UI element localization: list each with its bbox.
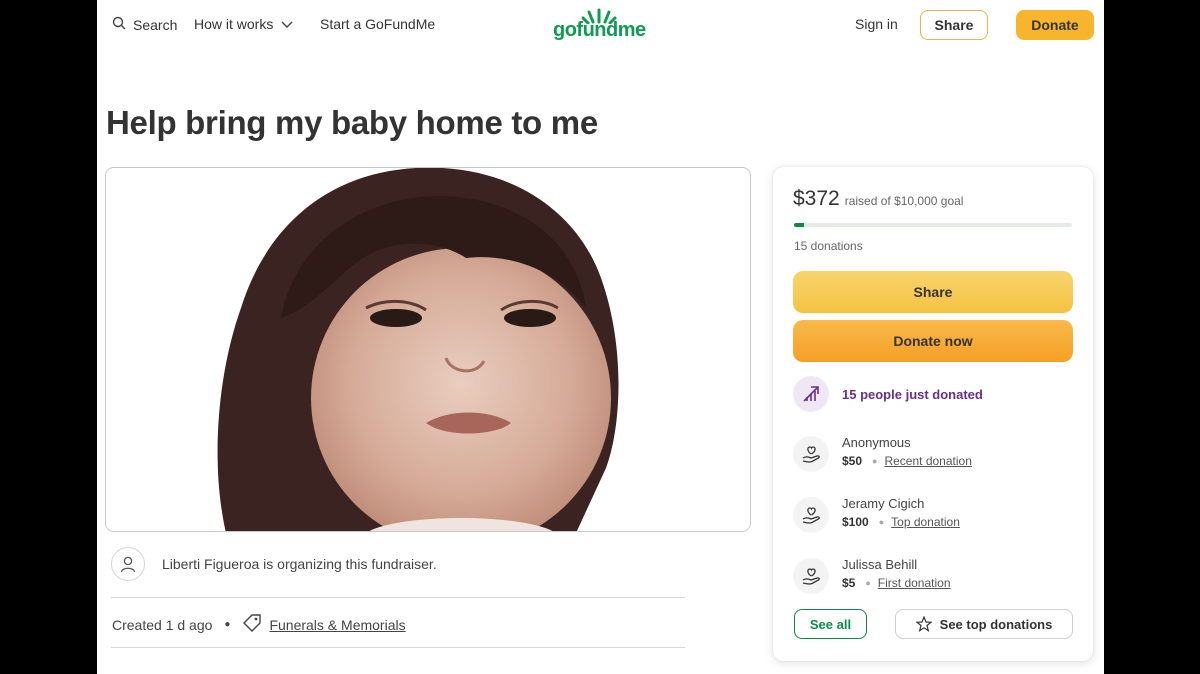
progress-bar [794,223,1072,227]
donor-item: Anonymous $50 ● Recent donation [793,434,972,472]
donor-amount: $100 [842,515,869,529]
child-portrait-image [106,168,750,531]
donor-name: Anonymous [842,435,911,450]
gofundme-logo[interactable]: gofundme [553,8,649,42]
search-icon [112,16,133,33]
donation-hand-icon [793,436,829,472]
organizer-row: Liberti Figueroa is organizing this fund… [111,547,437,581]
trending-up-icon [793,376,829,412]
donation-card: $372 raised of $10,000 goal 15 donations… [773,167,1093,661]
organizer-text: Liberti Figueroa is organizing this fund… [162,556,437,572]
search-link[interactable]: Search [112,16,177,33]
share-button[interactable]: Share [793,271,1073,313]
separator-dot: ● [865,578,871,588]
donation-type-link[interactable]: Top donation [891,513,960,531]
donation-hand-icon [793,558,829,594]
raised-summary: $372 raised of $10,000 goal [793,187,963,211]
see-top-donations-button[interactable]: See top donations [895,609,1073,639]
how-it-works-label: How it works [194,16,274,32]
donation-type-link[interactable]: First donation [878,574,951,592]
logo-text: gofundme [553,19,646,41]
donation-type-link[interactable]: Recent donation [884,452,971,470]
recent-activity: 15 people just donated [793,376,983,412]
campaign-title: Help bring my baby home to me [106,104,598,141]
separator-dot: ● [878,517,885,527]
page: Search How it works Start a GoFundMe gof… [97,0,1104,674]
how-it-works-menu[interactable]: How it works [194,16,300,32]
divider [111,597,685,598]
person-icon [120,556,136,573]
sign-in-link[interactable]: Sign in [855,16,898,32]
donor-amount: $5 [842,576,856,590]
separator-dot: ● [872,456,878,466]
trend-text: 15 people just donated [842,386,983,402]
start-gofundme-link[interactable]: Start a GoFundMe [320,16,435,32]
chevron-down-icon [281,16,300,32]
top-nav: Search How it works Start a GoFundMe gof… [97,0,1104,50]
start-gofundme-label: Start a GoFundMe [320,16,436,32]
donor-name: Jeramy Cigich [842,496,925,511]
created-date: Created 1 d ago [112,616,213,633]
tag-icon [242,613,262,636]
search-label: Search [133,16,178,33]
see-all-button[interactable]: See all [794,609,867,639]
star-icon [915,616,932,632]
avatar [111,547,145,581]
divider [111,647,685,648]
header-donate-button[interactable]: Donate [1016,10,1094,40]
donor-amount: $50 [842,454,863,468]
raised-amount: $372 [793,187,840,210]
see-top-donations-label: See top donations [939,616,1053,632]
donor-name: Julissa Behill [842,557,918,572]
progress-fill [794,223,805,227]
donor-item: Julissa Behill $5 ● First donation [793,556,951,594]
donate-now-button[interactable]: Donate now [793,320,1073,362]
donations-count: 15 donations [794,239,863,253]
campaign-meta: Created 1 d ago ● Funerals & Memorials [112,613,406,636]
category-link[interactable]: Funerals & Memorials [269,617,405,633]
header-share-button[interactable]: Share [920,10,988,40]
separator-dot: ● [224,619,231,630]
donation-hand-icon [793,497,829,533]
campaign-photo [105,167,751,532]
goal-text: raised of $10,000 goal [844,194,964,208]
donor-item: Jeramy Cigich $100 ● Top donation [793,495,960,533]
